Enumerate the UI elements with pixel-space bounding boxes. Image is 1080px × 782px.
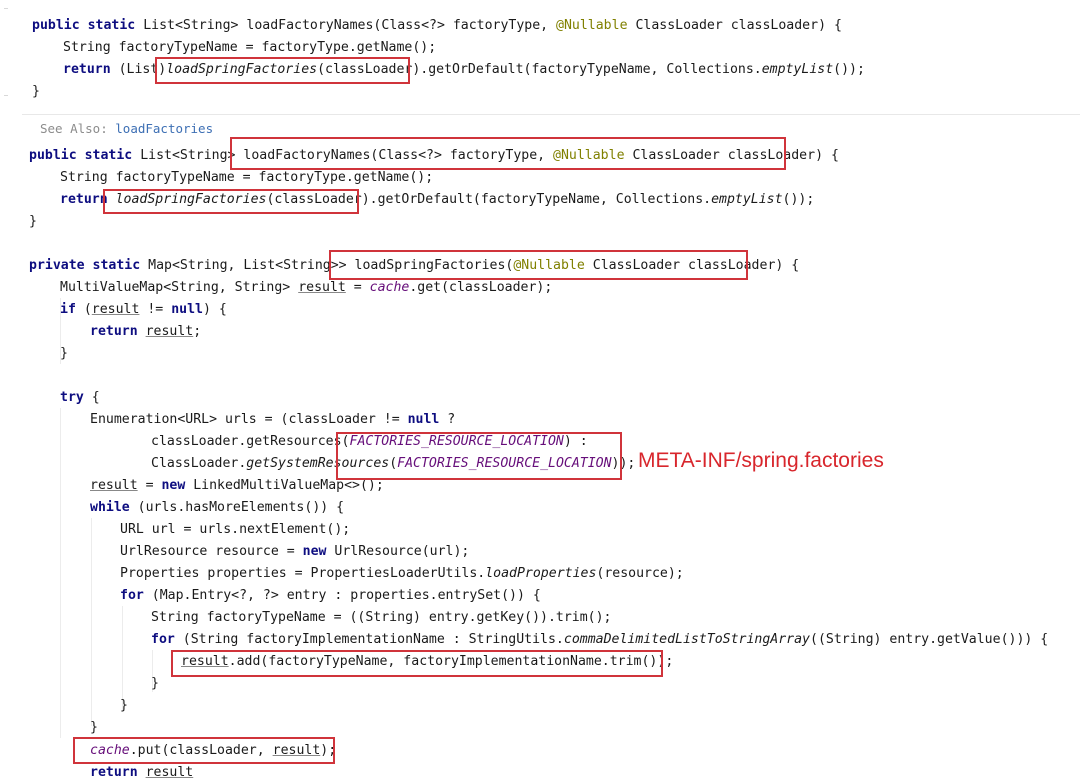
code-line[interactable]: }	[120, 697, 128, 715]
annotation-label: META-INF/spring.factories	[638, 449, 884, 472]
keyword: return	[90, 324, 138, 339]
keyword: static	[87, 18, 136, 33]
keyword: for	[120, 588, 144, 603]
highlight-box	[336, 432, 622, 480]
code-line[interactable]: Enumeration<URL> urls = (classLoader != …	[90, 411, 455, 429]
code-line[interactable]: }	[60, 345, 68, 363]
code-text: ClassLoader.	[151, 456, 247, 471]
code-text: ((String) entry.getValue())) {	[810, 632, 1049, 647]
section-divider	[22, 114, 1080, 115]
code-line[interactable]: try {	[60, 389, 100, 407]
keyword: new	[161, 478, 186, 493]
code-line[interactable]: String factoryTypeName = factoryType.get…	[60, 169, 433, 187]
indent-guide	[60, 408, 61, 738]
keyword: null	[407, 412, 440, 427]
gutter-fold-marker[interactable]	[4, 95, 8, 96]
code-line[interactable]: return result	[90, 764, 193, 782]
highlight-box	[329, 250, 748, 280]
code-line[interactable]: String factoryTypeName = factoryType.get…	[63, 39, 436, 57]
code-text: ;	[193, 324, 202, 339]
method-call: commaDelimitedListToStringArray	[563, 632, 811, 647]
code-text: !=	[139, 302, 172, 317]
variable: result	[145, 765, 194, 780]
keyword: public	[29, 148, 77, 163]
code-line[interactable]: return result;	[90, 323, 201, 341]
code-text: (urls.hasMoreElements()) {	[129, 500, 345, 515]
gutter-fold-marker[interactable]	[4, 8, 8, 9]
keyword: private	[29, 258, 85, 273]
highlight-box	[103, 189, 359, 214]
code-text: ?	[439, 412, 456, 427]
variable: result	[298, 280, 346, 295]
code-text: UrlResource resource =	[120, 544, 303, 559]
keyword: public	[32, 18, 80, 33]
variable: result	[91, 302, 140, 317]
code-line[interactable]: URL url = urls.nextElement();	[120, 521, 350, 539]
code-line[interactable]: while (urls.hasMoreElements()) {	[90, 499, 344, 517]
code-text: classLoader.getResources(	[151, 434, 350, 449]
code-text: LinkedMultiValueMap<>();	[185, 478, 384, 493]
code-line[interactable]: if (result != null) {	[60, 301, 227, 319]
variable: result	[145, 324, 194, 339]
keyword: new	[302, 544, 327, 559]
code-text: ());	[782, 192, 815, 207]
code-text: .getOrDefault(factoryTypeName, Collectio…	[420, 62, 762, 77]
method-call: emptyList	[711, 192, 783, 207]
code-line[interactable]: MultiValueMap<String, String> result = c…	[60, 279, 552, 297]
keyword: return	[60, 192, 108, 207]
doc-see-also: See Also:	[40, 121, 108, 136]
keyword: static	[92, 258, 141, 273]
method-call: emptyList	[761, 62, 834, 77]
variable: result	[90, 478, 138, 493]
code-text: (resource);	[596, 566, 684, 581]
code-text: List<String> loadFactoryNames(Class<?> f…	[143, 18, 557, 33]
code-line[interactable]: Properties properties = PropertiesLoader…	[120, 565, 684, 583]
code-text: (String factoryImplementationName : Stri…	[174, 632, 564, 647]
highlight-box	[155, 57, 410, 84]
code-line[interactable]: public static List<String> loadFactoryNa…	[32, 17, 842, 35]
annotation: @Nullable	[556, 18, 628, 33]
highlight-box	[230, 137, 786, 170]
code-text: MultiValueMap<String, String>	[60, 280, 299, 295]
code-text: Enumeration<URL> urls = (classLoader !=	[90, 412, 408, 427]
keyword: while	[90, 500, 130, 515]
keyword: null	[171, 302, 203, 317]
highlight-box	[171, 650, 663, 677]
keyword: if	[60, 302, 76, 317]
method-call: loadProperties	[485, 566, 597, 581]
keyword: for	[151, 632, 175, 647]
code-text: ());	[833, 62, 865, 77]
code-text: =	[137, 478, 162, 493]
code-text: {	[83, 390, 100, 405]
code-line[interactable]: }	[90, 719, 98, 737]
indent-guide	[91, 518, 92, 726]
keyword: return	[63, 62, 111, 77]
code-text: (Map.Entry<?, ?> entry : properties.entr…	[143, 588, 541, 603]
code-text: ) {	[202, 302, 227, 317]
code-line[interactable]: for (String factoryImplementationName : …	[151, 631, 1048, 649]
keyword: return	[90, 765, 138, 780]
field: cache	[369, 280, 410, 295]
keyword: static	[84, 148, 133, 163]
code-line[interactable]: }	[151, 675, 159, 693]
code-text: UrlResource(url);	[326, 544, 470, 559]
code-text: ClassLoader classLoader) {	[627, 18, 842, 33]
code-line[interactable]: String factoryTypeName = ((String) entry…	[151, 609, 612, 627]
code-text: .get(classLoader);	[409, 280, 553, 295]
code-line[interactable]: }	[29, 213, 37, 231]
code-line[interactable]: UrlResource resource = new UrlResource(u…	[120, 543, 469, 561]
code-text: (	[75, 302, 92, 317]
code-line[interactable]: }	[32, 83, 40, 101]
doc-link[interactable]: loadFactories	[115, 121, 213, 136]
code-text: =	[345, 280, 370, 295]
code-line[interactable]: for (Map.Entry<?, ?> entry : properties.…	[120, 587, 541, 605]
highlight-box	[73, 737, 335, 764]
doc-hint: See Also: loadFactories	[40, 120, 213, 138]
code-text: .getOrDefault(factoryTypeName, Collectio…	[369, 192, 712, 207]
keyword: try	[60, 390, 84, 405]
code-text: Properties properties = PropertiesLoader…	[120, 566, 486, 581]
